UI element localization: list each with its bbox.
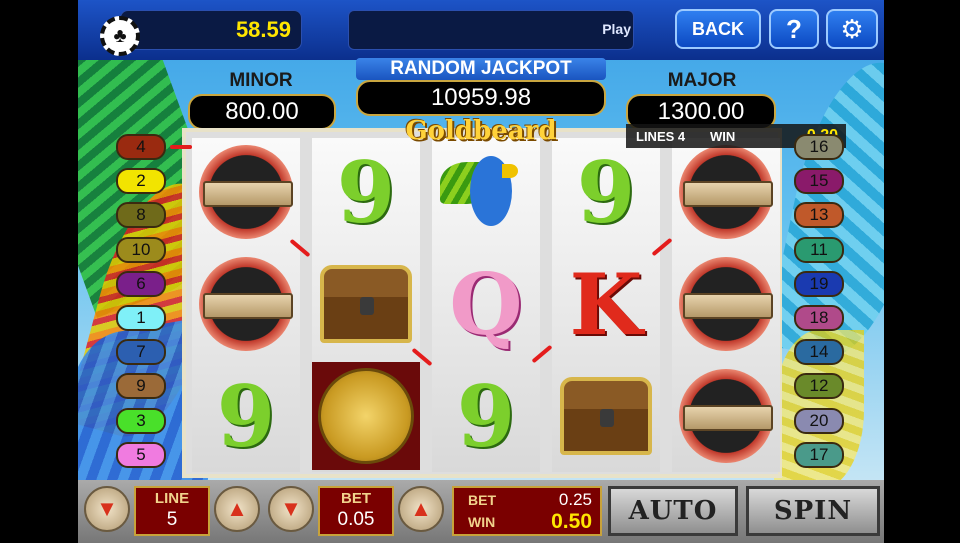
right-line-badge[interactable]: 17 bbox=[794, 441, 844, 468]
total-bet-label: BET bbox=[468, 492, 496, 508]
line-decrease-button[interactable]: ▼ bbox=[84, 486, 130, 532]
minor-jackpot-label: MINOR bbox=[229, 70, 293, 91]
nine-symbol: 9 bbox=[576, 142, 636, 242]
total-bet-value: 0.25 bbox=[558, 490, 592, 509]
king-symbol: K bbox=[569, 254, 643, 354]
right-line-badge[interactable]: 19 bbox=[794, 270, 844, 297]
bet-value: 0.05 bbox=[337, 509, 375, 530]
left-line-badge[interactable]: 4 bbox=[116, 134, 166, 160]
settings-button[interactable]: ⚙ bbox=[826, 9, 878, 49]
marquee-text: Play bbox=[602, 21, 631, 37]
minor-jackpot-value: 800.00 bbox=[188, 94, 336, 130]
nine-symbol: 9 bbox=[456, 366, 516, 466]
reel-2: 9 bbox=[312, 138, 420, 472]
total-win-value: 0.50 bbox=[551, 510, 592, 533]
nine-symbol: 9 bbox=[336, 142, 396, 242]
balance-value: 58.59 bbox=[235, 17, 291, 42]
game-logo: Goldbeard bbox=[405, 116, 557, 146]
line-label: LINE bbox=[154, 490, 190, 507]
bet-decrease-button[interactable]: ▼ bbox=[268, 486, 314, 532]
reel-5 bbox=[672, 138, 780, 472]
left-line-badge[interactable]: 7 bbox=[116, 339, 166, 366]
left-line-badge[interactable]: 6 bbox=[116, 270, 166, 297]
right-line-badge[interactable]: 20 bbox=[794, 407, 844, 434]
win-label: WIN bbox=[710, 129, 736, 144]
gear-icon: ⚙ bbox=[840, 13, 864, 44]
bet-label: BET bbox=[341, 490, 371, 507]
nine-symbol: 9 bbox=[216, 366, 276, 466]
balance-display: 58.59 bbox=[120, 10, 302, 50]
right-line-badge[interactable]: 11 bbox=[794, 236, 844, 263]
line-increase-button[interactable]: ▲ bbox=[214, 486, 260, 532]
treasure-chest-symbol bbox=[552, 362, 660, 470]
bet-increase-button[interactable]: ▲ bbox=[398, 486, 444, 532]
line-value: 5 bbox=[166, 509, 178, 530]
right-line-badge[interactable]: 12 bbox=[794, 373, 844, 400]
left-line-badge[interactable]: 2 bbox=[116, 168, 166, 195]
right-line-badge[interactable]: 14 bbox=[794, 339, 844, 366]
bet-display: BET 0.05 bbox=[318, 486, 394, 536]
reel-1: 9 bbox=[192, 138, 300, 472]
queen-symbol: Q bbox=[449, 254, 523, 354]
parrot-symbol bbox=[432, 138, 540, 246]
hatch-symbol bbox=[672, 362, 780, 470]
message-marquee: Play bbox=[348, 10, 634, 50]
arrow-down-icon: ▼ bbox=[280, 496, 302, 521]
random-jackpot-label: RANDOM JACKPOT bbox=[356, 58, 606, 80]
hatch-symbol bbox=[192, 138, 300, 246]
payline-segment bbox=[170, 145, 192, 149]
hatch-symbol bbox=[192, 250, 300, 358]
right-line-badge[interactable]: 15 bbox=[794, 168, 844, 195]
arrow-up-icon: ▲ bbox=[410, 496, 432, 521]
help-button[interactable]: ? bbox=[769, 9, 819, 49]
left-line-badge[interactable]: 9 bbox=[116, 373, 166, 400]
spin-button[interactable]: SPIN bbox=[746, 486, 880, 536]
left-line-badge[interactable]: 8 bbox=[116, 202, 166, 229]
arrow-down-icon: ▼ bbox=[96, 496, 118, 521]
reel-4: 9K bbox=[552, 138, 660, 472]
reel-3: Q9 bbox=[432, 138, 540, 472]
lines-count-label: LINES 4 bbox=[636, 129, 686, 144]
top-bar: 58.59 ♣ Play BACK ? ⚙ bbox=[78, 0, 884, 60]
total-win-label: WIN bbox=[468, 514, 496, 530]
total-bet-win-display: BET 0.25 WIN 0.50 bbox=[452, 486, 602, 536]
right-line-badge[interactable]: 18 bbox=[794, 305, 844, 331]
hatch-symbol bbox=[672, 138, 780, 246]
hatch-symbol bbox=[672, 250, 780, 358]
right-line-badge[interactable]: 13 bbox=[794, 202, 844, 229]
random-jackpot-value: 10959.98 bbox=[356, 80, 606, 116]
left-line-badge[interactable]: 3 bbox=[116, 407, 166, 434]
left-line-badge[interactable]: 5 bbox=[116, 441, 166, 468]
treasure-chest-symbol bbox=[312, 250, 420, 358]
arrow-up-icon: ▲ bbox=[226, 496, 248, 521]
club-icon: ♣ bbox=[100, 16, 140, 56]
game-screen: 58.59 ♣ Play BACK ? ⚙ MINOR 800.00 RANDO… bbox=[78, 0, 884, 543]
reel-grid: 9 9 Q9 9K bbox=[182, 128, 782, 478]
major-jackpot-label: MAJOR bbox=[667, 70, 737, 91]
back-button[interactable]: BACK bbox=[675, 9, 761, 49]
gold-coin-symbol bbox=[312, 362, 420, 470]
auto-spin-button[interactable]: AUTO bbox=[608, 486, 738, 536]
left-line-badge[interactable]: 10 bbox=[116, 236, 166, 263]
left-line-badge[interactable]: 1 bbox=[116, 305, 166, 331]
right-line-badge[interactable]: 16 bbox=[794, 134, 844, 160]
line-display: LINE 5 bbox=[134, 486, 210, 536]
